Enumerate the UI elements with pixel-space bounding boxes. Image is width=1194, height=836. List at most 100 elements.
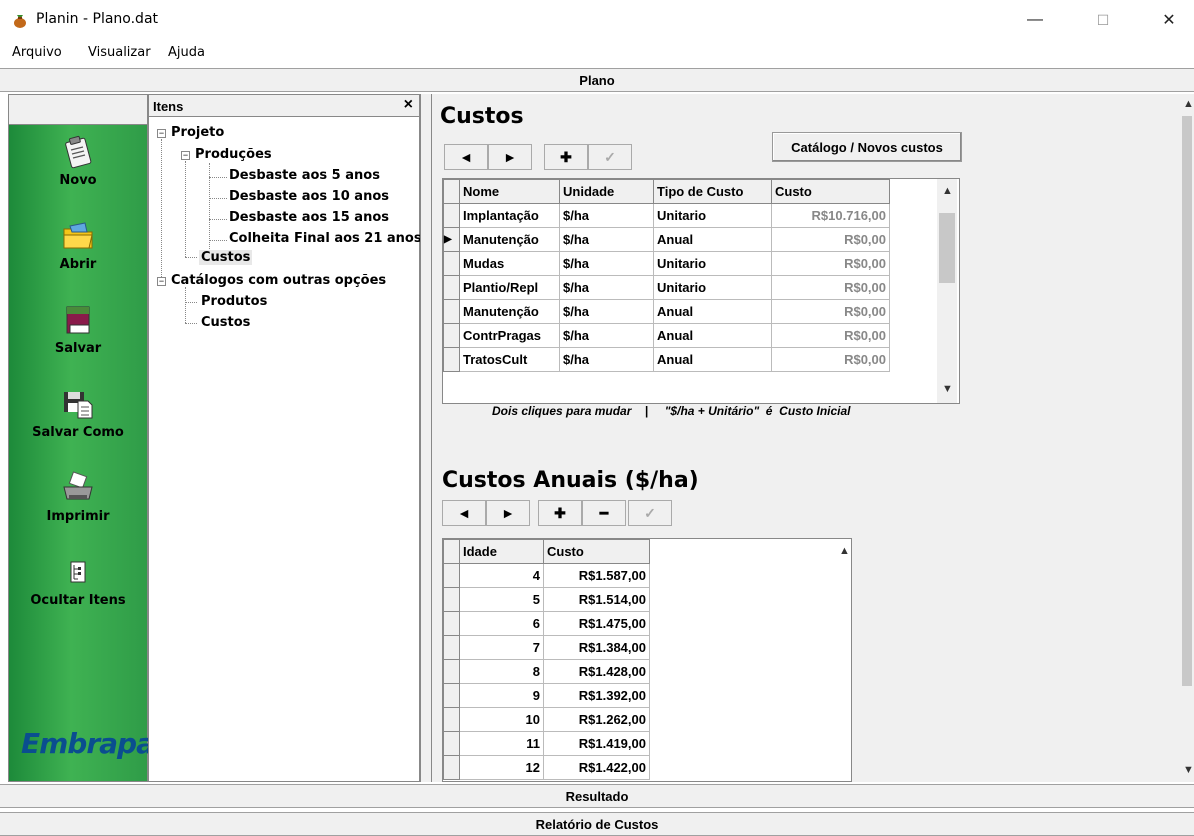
tree-node-desbaste-5[interactable]: Desbaste aos 5 anos — [229, 168, 380, 183]
custos-anuais-grid[interactable]: Idade Custo 4 R$1.587,00 5 R$1.514,00 6 R$1… — [442, 538, 852, 782]
table-row[interactable]: 10 R$1.262,00 — [443, 707, 650, 732]
cell-idade[interactable]: 9 — [459, 683, 544, 708]
main-scroll-up-icon[interactable]: ▲ — [1183, 98, 1194, 110]
menu-arquivo[interactable]: Arquivo — [12, 45, 62, 60]
relatorio-custos-band[interactable]: Relatório de Custos — [0, 812, 1194, 836]
cell-tipo[interactable]: Anual — [653, 227, 772, 252]
cell-unidade[interactable]: $/ha — [559, 299, 654, 324]
cell-nome[interactable]: Plantio/Repl — [459, 275, 560, 300]
imprimir-button[interactable]: Imprimir — [9, 471, 147, 524]
minimize-button[interactable]: — — [1012, 6, 1058, 34]
add-record-button[interactable]: ✚ — [544, 144, 588, 170]
cell-nome[interactable]: Manutenção — [459, 299, 560, 324]
abrir-button[interactable]: Abrir — [9, 219, 147, 272]
cell-custo[interactable]: R$1.587,00 — [543, 563, 650, 588]
cell-idade[interactable]: 10 — [459, 707, 544, 732]
panel-splitter[interactable] — [420, 94, 432, 782]
tree-node-producoes[interactable]: Produções — [195, 147, 272, 162]
cell-custo[interactable]: R$1.475,00 — [543, 611, 650, 636]
col-idade[interactable]: Idade — [459, 539, 544, 564]
tree-node-desbaste-10[interactable]: Desbaste aos 10 anos — [229, 189, 389, 204]
menu-visualizar[interactable]: Visualizar — [88, 45, 151, 60]
tree-node-produtos[interactable]: Produtos — [201, 294, 267, 309]
cell-tipo[interactable]: Unitario — [653, 251, 772, 276]
table-row[interactable]: Mudas $/ha Unitario R$0,00 — [443, 251, 890, 276]
cell-custo[interactable]: R$10.716,00 — [771, 203, 890, 228]
collapse-projeto-icon[interactable]: − — [157, 129, 166, 138]
main-scroll-down-icon[interactable]: ▼ — [1183, 764, 1194, 776]
table-row[interactable]: 4 R$1.587,00 — [443, 563, 650, 588]
prev-record-button[interactable]: ◄ — [444, 144, 488, 170]
table-row[interactable]: 6 R$1.475,00 — [443, 611, 650, 636]
salvar-button[interactable]: Salvar — [9, 303, 147, 356]
table-row[interactable]: Manutenção $/ha Anual R$0,00 — [443, 299, 890, 324]
cell-custo[interactable]: R$0,00 — [771, 323, 890, 348]
collapse-catalogos-icon[interactable]: − — [157, 277, 166, 286]
cell-custo[interactable]: R$1.262,00 — [543, 707, 650, 732]
cell-tipo[interactable]: Unitario — [653, 275, 772, 300]
close-tree-icon[interactable]: × — [404, 96, 413, 114]
cell-idade[interactable]: 11 — [459, 731, 544, 756]
main-vertical-scrollbar[interactable]: ▲ ▼ — [1180, 94, 1194, 782]
col-tipo[interactable]: Tipo de Custo — [653, 179, 772, 204]
cell-unidade[interactable]: $/ha — [559, 203, 654, 228]
cell-custo[interactable]: R$0,00 — [771, 227, 890, 252]
table-row[interactable]: Plantio/Repl $/ha Unitario R$0,00 — [443, 275, 890, 300]
table-row[interactable]: 9 R$1.392,00 — [443, 683, 650, 708]
cell-custo[interactable]: R$0,00 — [771, 347, 890, 372]
col-nome[interactable]: Nome — [459, 179, 560, 204]
cell-nome[interactable]: ContrPragas — [459, 323, 560, 348]
tree-node-catalog-custos[interactable]: Custos — [201, 315, 250, 330]
tree-node-projeto[interactable]: Projeto — [171, 125, 224, 140]
col-custo[interactable]: Custo — [771, 179, 890, 204]
cell-custo[interactable]: R$1.392,00 — [543, 683, 650, 708]
cell-custo[interactable]: R$0,00 — [771, 275, 890, 300]
collapse-producoes-icon[interactable]: − — [181, 151, 190, 160]
cell-unidade[interactable]: $/ha — [559, 227, 654, 252]
cell-tipo[interactable]: Anual — [653, 323, 772, 348]
tree-node-desbaste-15[interactable]: Desbaste aos 15 anos — [229, 210, 389, 225]
cell-idade[interactable]: 4 — [459, 563, 544, 588]
ocultar-itens-button[interactable]: Ocultar Itens — [9, 555, 147, 608]
table-row[interactable]: Implantação $/ha Unitario R$10.716,00 — [443, 203, 890, 228]
anuais-scroll-up-icon[interactable]: ▲ — [839, 545, 850, 557]
tree-node-colheita-final[interactable]: Colheita Final aos 21 anos — [229, 231, 422, 246]
table-row[interactable]: 11 R$1.419,00 — [443, 731, 650, 756]
next-record-button[interactable]: ► — [488, 144, 532, 170]
cell-tipo[interactable]: Anual — [653, 347, 772, 372]
cell-idade[interactable]: 12 — [459, 755, 544, 780]
resultado-band[interactable]: Resultado — [0, 784, 1194, 808]
cell-idade[interactable]: 5 — [459, 587, 544, 612]
confirm-record-button[interactable]: ✓ — [588, 144, 632, 170]
cell-idade[interactable]: 7 — [459, 635, 544, 660]
cell-unidade[interactable]: $/ha — [559, 347, 654, 372]
tree-node-custos-selected[interactable]: Custos — [199, 250, 253, 265]
tree-node-catalogos[interactable]: Catálogos com outras opções — [171, 273, 386, 288]
custos-grid-scroll-thumb[interactable] — [939, 213, 955, 283]
main-scroll-thumb[interactable] — [1182, 116, 1192, 686]
anuais-next-button[interactable]: ► — [486, 500, 530, 526]
cell-unidade[interactable]: $/ha — [559, 251, 654, 276]
cell-idade[interactable]: 6 — [459, 611, 544, 636]
cell-idade[interactable]: 8 — [459, 659, 544, 684]
cell-custo[interactable]: R$1.422,00 — [543, 755, 650, 780]
table-row[interactable]: 7 R$1.384,00 — [443, 635, 650, 660]
menu-ajuda[interactable]: Ajuda — [168, 45, 205, 60]
table-row[interactable]: TratosCult $/ha Anual R$0,00 — [443, 347, 890, 372]
scroll-up-icon[interactable]: ▲ — [942, 185, 953, 197]
table-row[interactable]: 5 R$1.514,00 — [443, 587, 650, 612]
catalogo-novos-custos-button[interactable]: Catálogo / Novos custos — [772, 132, 962, 162]
close-button[interactable]: ✕ — [1146, 6, 1192, 34]
table-row[interactable]: 8 R$1.428,00 — [443, 659, 650, 684]
cell-custo[interactable]: R$0,00 — [771, 251, 890, 276]
col-custo-anual[interactable]: Custo — [543, 539, 650, 564]
table-row[interactable]: ContrPragas $/ha Anual R$0,00 — [443, 323, 890, 348]
table-row[interactable]: 12 R$1.422,00 — [443, 755, 650, 780]
cell-tipo[interactable]: Anual — [653, 299, 772, 324]
anuais-confirm-button[interactable]: ✓ — [628, 500, 672, 526]
cell-unidade[interactable]: $/ha — [559, 275, 654, 300]
table-row[interactable]: ▶ Manutenção $/ha Anual R$0,00 — [443, 227, 890, 252]
cell-tipo[interactable]: Unitario — [653, 203, 772, 228]
cell-unidade[interactable]: $/ha — [559, 323, 654, 348]
anuais-remove-button[interactable]: ━ — [582, 500, 626, 526]
